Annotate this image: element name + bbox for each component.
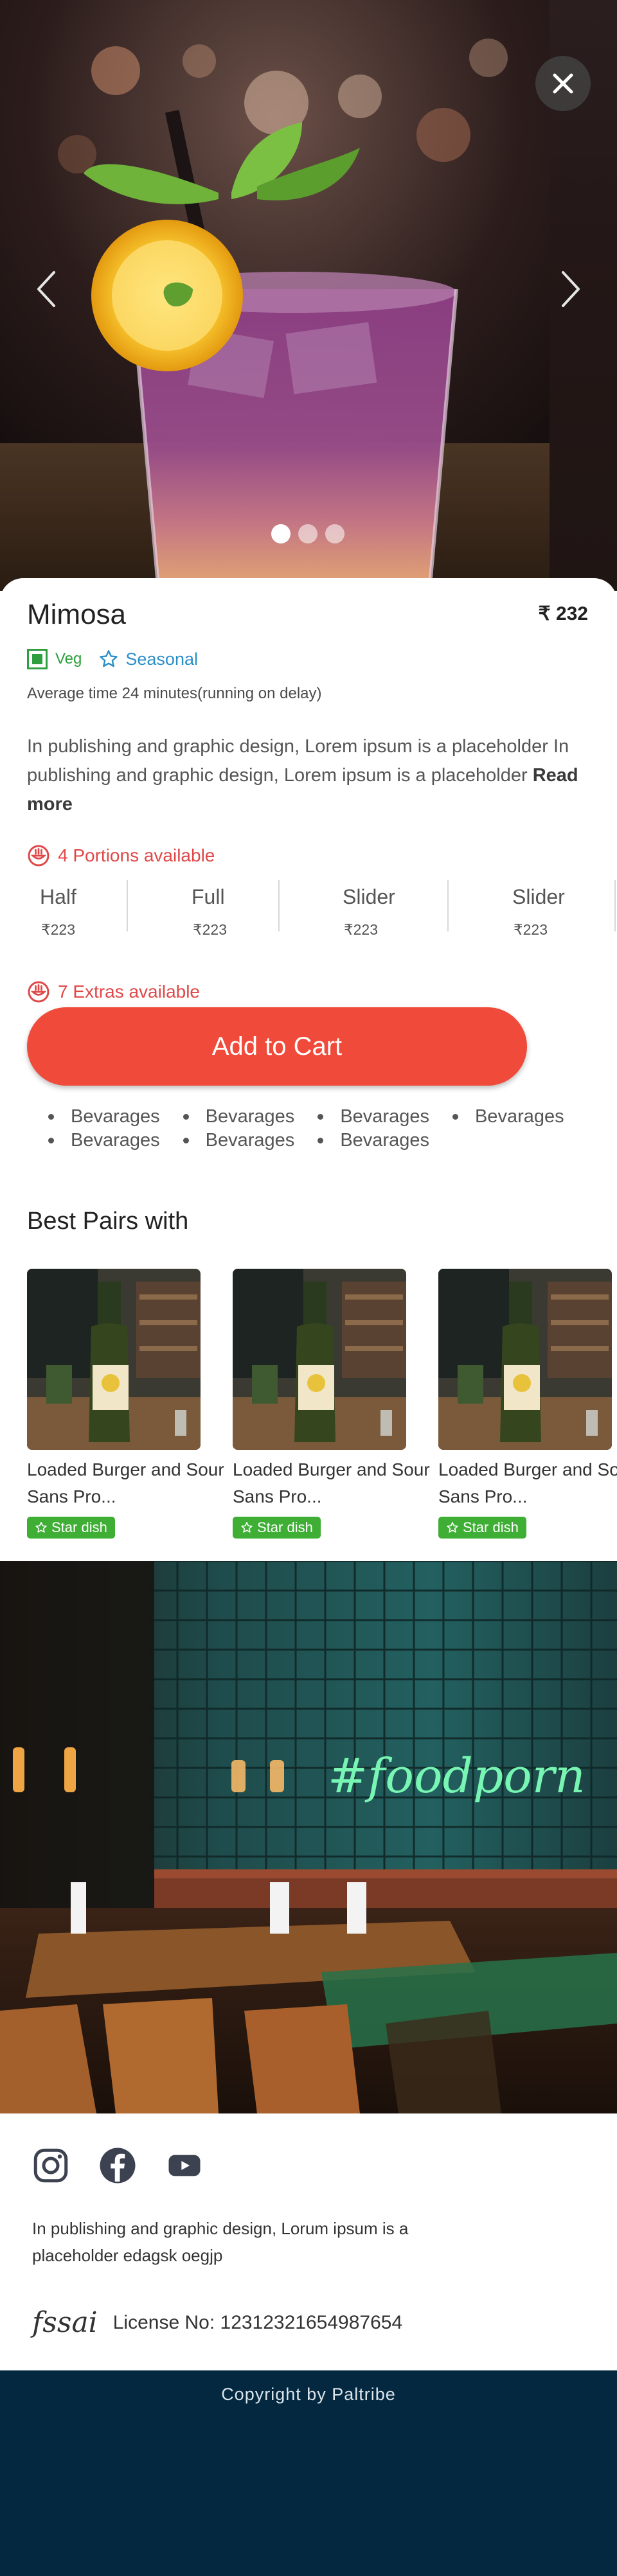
portion-price: ₹223 [344,921,379,938]
portion-name: Full [192,885,225,908]
portion-price: ₹223 [514,921,548,938]
star-outline-icon [35,1522,47,1533]
list-item: Bevarages [183,1129,295,1152]
carousel-dots [271,524,344,543]
youtube-icon [168,2155,201,2176]
pair-name: Loaded Burger and Sour [27,1460,224,1479]
list-item: Bevarages [317,1105,429,1129]
average-time: Average time 24 minutes(running on delay… [27,685,322,702]
copyright-bar: Copyright by Paltribe [0,2370,617,2576]
extras-available-label: 7 Extras available [58,982,201,1001]
chevron-right-icon [562,271,580,307]
portions-available-label: 4 Portions available [58,845,215,865]
badge-label: Star dish [51,1519,107,1535]
carousel-dot[interactable] [325,524,344,543]
footer-description: In publishing and graphic design, Lorum … [32,2219,409,2265]
previous-slide-button[interactable] [27,270,66,308]
list-item: Bevarages [452,1105,564,1129]
copyright-text: Copyright by Paltribe [221,2385,396,2404]
pair-image [233,1269,406,1450]
pair-name: Loaded Burger and Sour [438,1460,617,1479]
star-dish-badge: Star dish [27,1517,115,1539]
star-outline-icon [447,1522,458,1533]
instagram-link[interactable] [31,2146,71,2185]
portion-icon [28,845,49,867]
restaurant-image: #foodporn [0,1561,617,2113]
close-icon [553,73,573,94]
badge-label: Star dish [257,1519,313,1535]
pair-name: Loaded Burger and Sour [233,1460,430,1479]
star-dish-badge: Star dish [438,1517,526,1539]
pair-card[interactable]: Loaded Burger and Sour Sans Pro... Star … [27,1269,233,1539]
pair-name-cont: Sans Pro... [438,1486,528,1506]
item-tags: Veg Seasonal [27,649,198,669]
portion-option[interactable]: Slider ₹223 [343,880,439,944]
portion-icon [28,981,49,1003]
item-description: In publishing and graphic design, Lorem … [27,732,599,819]
seasonal-tag: Seasonal [98,649,198,669]
extras-available: 7 Extras available [27,980,200,1003]
item-price: ₹ 232 [538,603,588,624]
facebook-link[interactable] [98,2146,138,2185]
best-pairs-title: Best Pairs with [27,1208,189,1235]
license-number: License No: 12312321654987654 [112,2311,403,2333]
footer: In publishing and graphic design, Lorum … [0,2113,617,2370]
portion-name: Slider [343,885,395,908]
veg-label: Veg [55,650,82,667]
portion-name: Half [40,885,76,908]
star-dish-badge: Star dish [233,1517,321,1539]
seasonal-label: Seasonal [125,649,198,669]
license-info: fssai License No: 12312321654987654 [32,2306,402,2339]
portion-option[interactable]: Half ₹223 [40,880,123,944]
pair-image [27,1269,201,1450]
carousel-dot[interactable] [298,524,317,543]
list-item: Bevarages [48,1129,160,1152]
list-item: Bevarages [183,1105,295,1129]
youtube-link[interactable] [165,2146,204,2185]
pair-image [438,1269,612,1450]
next-slide-button[interactable] [551,270,590,308]
item-title: Mimosa [27,599,127,630]
pair-card[interactable]: Loaded Burger and Sour Sans Pro... Star … [233,1269,438,1539]
pair-card[interactable]: Loaded Burger and Sour Sans Pro... Star … [438,1269,617,1539]
portion-price: ₹223 [193,921,228,938]
portions-available: 4 Portions available [27,844,215,867]
hero-carousel[interactable] [0,0,617,591]
portion-name: Slider [512,885,565,908]
neon-sign: #foodporn [328,1749,586,1804]
carousel-dot[interactable] [271,524,291,543]
portion-selector: Half ₹223 Full ₹223 Slider ₹223 Slider ₹… [0,880,617,944]
list-item: Bevarages [48,1105,160,1129]
facebook-icon [100,2148,136,2183]
close-button[interactable] [535,56,591,111]
list-item: Bevarages [317,1129,429,1152]
neon-sign-text: #foodporn [328,1749,586,1804]
portion-price: ₹223 [41,921,76,938]
fssai-logo: fssai [32,2306,98,2339]
extras-list: Bevarages Bevarages Bevarages Bevarages … [48,1105,601,1152]
best-pairs-list: Loaded Burger and Sour Sans Pro... Star … [27,1269,617,1539]
pair-name-cont: Sans Pro... [233,1486,322,1506]
pair-name-cont: Sans Pro... [27,1486,116,1506]
star-outline-icon [100,650,118,667]
description-text: In publishing and graphic design, Lorem … [27,736,569,786]
veg-icon [27,649,48,669]
star-outline-icon [241,1522,253,1533]
add-to-cart-button[interactable]: Add to Cart [27,1007,527,1086]
badge-label: Star dish [463,1519,519,1535]
chevron-left-icon [37,271,55,307]
instagram-icon [33,2148,68,2183]
drink-image [0,0,550,591]
social-links [31,2146,204,2185]
portion-option[interactable]: Slider ₹223 [512,880,609,944]
portion-option[interactable]: Full ₹223 [192,880,275,944]
item-details-card: Mimosa ₹ 232 Veg Seasonal Average time 2… [0,578,617,1561]
